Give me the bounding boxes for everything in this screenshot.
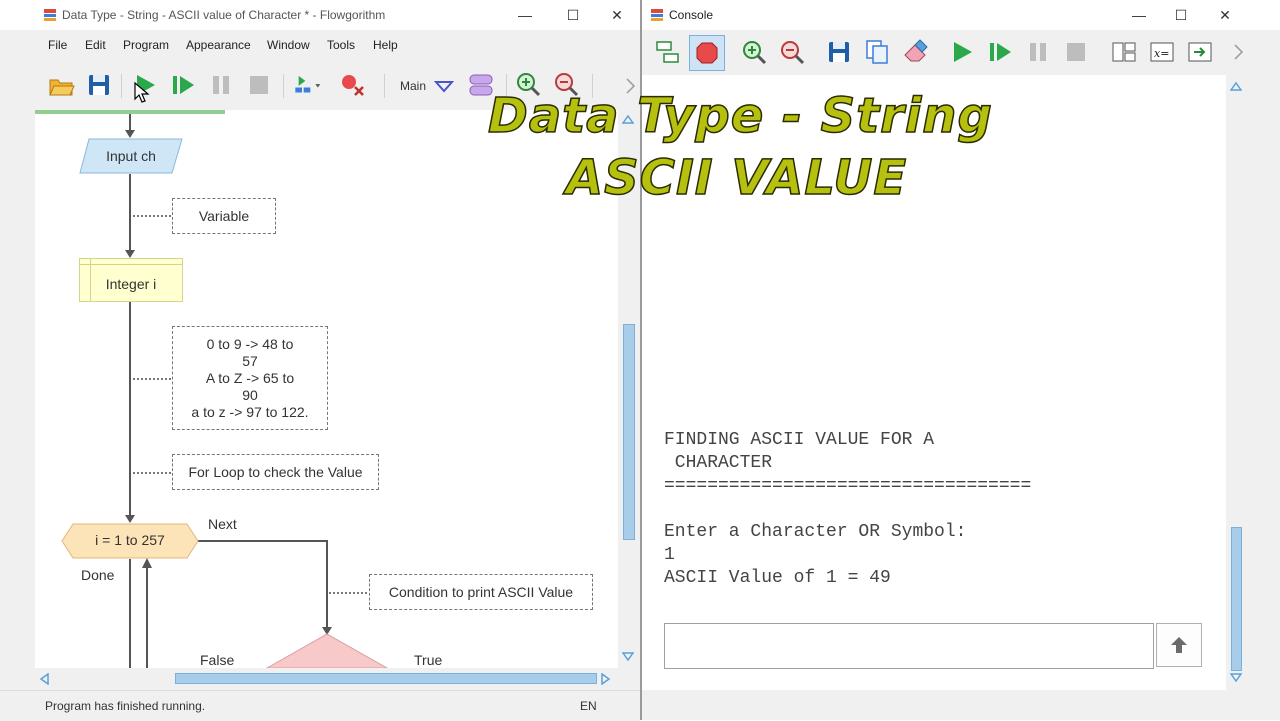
console-output-icon[interactable]: [1186, 38, 1214, 66]
comment-loop[interactable]: For Loop to check the Value: [172, 454, 379, 490]
save-icon[interactable]: [84, 70, 114, 100]
chat-layout-icon[interactable]: [654, 38, 682, 66]
declare-label: Integer i: [105, 276, 157, 292]
console-scroll-up-icon[interactable]: [1230, 81, 1242, 91]
send-input-button[interactable]: [1156, 623, 1202, 667]
console-vertical-scrollbar[interactable]: [1228, 75, 1244, 690]
menu-appearance[interactable]: Appearance: [186, 38, 251, 52]
start-shape-edge: [35, 110, 225, 114]
status-message: Program has finished running.: [45, 699, 206, 713]
flowgorithm-logo-icon: [651, 9, 663, 21]
function-selector[interactable]: Main: [400, 79, 426, 93]
menu-bar: File Edit Program Appearance Window Tool…: [0, 32, 640, 58]
console-run-icon[interactable]: [948, 38, 976, 66]
comment-variable[interactable]: Variable: [172, 198, 276, 234]
console-pause-icon[interactable]: [1024, 38, 1052, 66]
run-speed-icon[interactable]: [292, 70, 322, 100]
console-input-field[interactable]: [664, 623, 1154, 669]
console-save-icon[interactable]: [825, 38, 853, 66]
status-bar: Program has finished running. EN: [0, 690, 640, 721]
stop-icon[interactable]: [244, 70, 274, 100]
horizontal-scrollbar[interactable]: [35, 670, 618, 686]
overlay-title-line2: ASCII VALUE: [565, 149, 908, 207]
console-step-icon[interactable]: [986, 38, 1014, 66]
comment-ascii-ranges[interactable]: 0 to 9 -> 48 to 57 A to Z -> 65 to 90 a …: [172, 326, 328, 430]
console-stop-icon[interactable]: [1062, 38, 1090, 66]
done-label: Done: [81, 567, 115, 583]
menu-edit[interactable]: Edit: [85, 38, 106, 52]
false-label: False: [200, 652, 235, 668]
if-shape: [265, 633, 389, 668]
console-line: Enter a Character OR Symbol:: [664, 522, 967, 542]
console-zoom-out-icon[interactable]: [778, 38, 806, 66]
console-scroll-down-icon[interactable]: [1230, 673, 1242, 683]
eraser-icon[interactable]: [901, 38, 929, 66]
flowchart-canvas[interactable]: Input ch Variable Integer i 0 to 9 -> 48…: [35, 110, 618, 668]
scroll-right-icon[interactable]: [601, 673, 611, 685]
console-chevron-right-icon[interactable]: [1232, 42, 1246, 62]
minimize-button[interactable]: —: [510, 4, 540, 26]
next-label: Next: [208, 516, 237, 532]
vertical-scroll-thumb[interactable]: [623, 324, 635, 540]
loop-label: i = 1 to 257: [95, 532, 165, 548]
console-zoom-in-icon[interactable]: [740, 38, 768, 66]
menu-tools[interactable]: Tools: [327, 38, 355, 52]
console-line: 1: [664, 545, 675, 565]
console-scroll-thumb[interactable]: [1231, 527, 1242, 671]
scroll-left-icon[interactable]: [39, 673, 49, 685]
console-maximize-button[interactable]: ☐: [1166, 4, 1196, 26]
status-language: EN: [580, 699, 597, 713]
breakpoint-toggle-button[interactable]: [689, 35, 725, 71]
layout-panels-icon[interactable]: [1110, 38, 1138, 66]
scroll-down-icon[interactable]: [622, 652, 634, 662]
comment-condition[interactable]: Condition to print ASCII Value: [369, 574, 593, 610]
true-label: True: [414, 652, 443, 668]
close-button[interactable]: ✕: [602, 4, 632, 26]
window-title: Data Type - String - ASCII value of Char…: [62, 8, 386, 22]
console-line: CHARACTER: [664, 453, 773, 473]
menu-program[interactable]: Program: [123, 38, 169, 52]
title-bar: Data Type - String - ASCII value of Char…: [0, 0, 640, 30]
menu-window[interactable]: Window: [267, 38, 310, 52]
console-title-bar: Console — ☐ ✕: [642, 0, 1280, 30]
flowgorithm-logo-icon: [44, 9, 56, 21]
overlay-title-line1: Data Type - String: [487, 87, 993, 145]
svg-text:x=: x=: [1154, 47, 1169, 60]
console-close-button[interactable]: ✕: [1210, 4, 1240, 26]
console-line: ==================================: [664, 476, 1032, 496]
stop-sign-icon: [696, 42, 718, 64]
menu-help[interactable]: Help: [373, 38, 398, 52]
console-line: ASCII Value of 1 = 49: [664, 568, 891, 588]
copy-icon[interactable]: [863, 38, 891, 66]
pause-icon[interactable]: [206, 70, 236, 100]
open-folder-icon[interactable]: [46, 70, 76, 100]
step-icon[interactable]: [168, 70, 198, 100]
mouse-cursor-icon: [134, 82, 150, 103]
maximize-button[interactable]: ☐: [558, 4, 588, 26]
menu-file[interactable]: File: [48, 38, 67, 52]
console-minimize-button[interactable]: —: [1124, 4, 1154, 26]
input-label: Input ch: [106, 148, 156, 164]
console-line: FINDING ASCII VALUE FOR A: [664, 430, 935, 450]
console-title: Console: [669, 8, 714, 22]
chevron-down-icon[interactable]: [434, 78, 454, 94]
clear-breakpoints-icon[interactable]: [338, 70, 368, 100]
arrow-up-icon: [1171, 637, 1187, 653]
horizontal-scroll-thumb[interactable]: [175, 673, 597, 684]
variable-watch-icon[interactable]: x=: [1148, 38, 1176, 66]
